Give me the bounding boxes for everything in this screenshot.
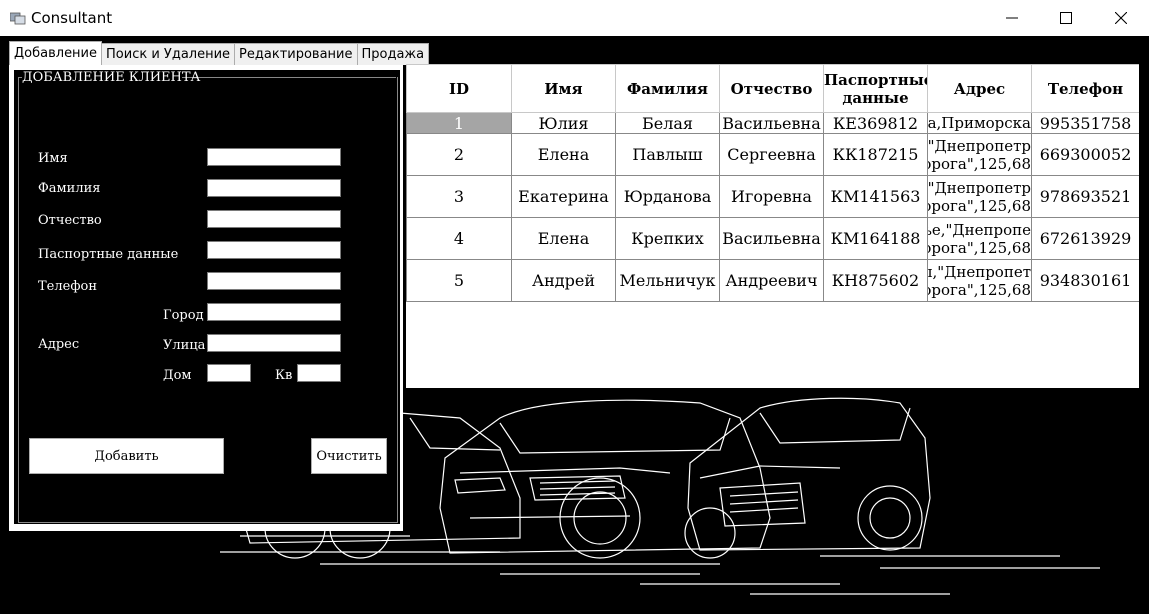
- cell-address[interactable]: а,"Днепропетророга",125,68: [927, 175, 1032, 218]
- address-line: орога",125,68: [928, 196, 1031, 215]
- cell-surname[interactable]: Мельничук: [615, 259, 720, 302]
- cell-name[interactable]: Андрей: [511, 259, 616, 302]
- apartment-label: Кв: [275, 368, 293, 383]
- groupbox-title: ДОБАВЛЕНИЕ КЛИЕНТА: [22, 70, 201, 85]
- cell-address[interactable]: сса,Приморска: [927, 112, 1032, 134]
- cell-phone[interactable]: 672613929: [1031, 217, 1139, 260]
- house-input[interactable]: [207, 364, 251, 382]
- cell-phone[interactable]: 995351758: [1031, 112, 1139, 134]
- last-name-label: Фамилия: [38, 181, 101, 196]
- cell-passport[interactable]: КЕ369812: [823, 112, 928, 134]
- passport-input[interactable]: [207, 241, 341, 259]
- city-input[interactable]: [207, 303, 341, 321]
- cell-phone[interactable]: 669300052: [1031, 133, 1139, 176]
- patronymic-input[interactable]: [207, 210, 341, 228]
- table-header-row: ID Имя Фамилия Отчество Паспортные данны…: [406, 64, 1139, 113]
- cell-surname[interactable]: Юрданова: [615, 175, 720, 218]
- tab-add[interactable]: Добавление: [9, 41, 103, 65]
- header-phone[interactable]: Телефон: [1031, 64, 1139, 113]
- clear-button[interactable]: Очистить: [311, 438, 387, 474]
- table-row[interactable]: 4 Елена Крепких Васильевна КМ164188 ье,"…: [406, 217, 1139, 260]
- address-line: ье,"Днепропе: [928, 220, 1031, 239]
- cell-surname[interactable]: Крепких: [615, 217, 720, 260]
- address-line: а,"Днепропетр: [928, 136, 1031, 155]
- city-label: Город: [163, 308, 204, 323]
- cell-passport[interactable]: КК187215: [823, 133, 928, 176]
- address-line: а,"Днепропетр: [928, 178, 1031, 197]
- address-line: орога",125,68: [928, 154, 1031, 173]
- address-line: сса,Приморска: [928, 114, 1031, 132]
- header-patronymic[interactable]: Отчество: [719, 64, 824, 113]
- address-label: Адрес: [38, 337, 80, 352]
- cell-surname[interactable]: Белая: [615, 112, 720, 134]
- header-passport[interactable]: Паспортные данные: [823, 64, 928, 113]
- header-id[interactable]: ID: [406, 64, 512, 113]
- close-button[interactable]: [1093, 0, 1149, 36]
- cell-name[interactable]: Елена: [511, 133, 616, 176]
- maximize-icon: [1060, 12, 1072, 24]
- cell-address[interactable]: ье,"Днепропе орога",125,68: [927, 217, 1032, 260]
- cell-name[interactable]: Юлия: [511, 112, 616, 134]
- house-label: Дом: [163, 368, 192, 383]
- first-name-input[interactable]: [207, 148, 341, 166]
- tab-sale[interactable]: Продажа: [356, 43, 430, 65]
- cell-address[interactable]: а,"Днепропетророга",125,68: [927, 133, 1032, 176]
- cell-name[interactable]: Елена: [511, 217, 616, 260]
- cell-patronymic[interactable]: Андреевич: [719, 259, 824, 302]
- cell-id[interactable]: 4: [406, 217, 512, 260]
- cell-id[interactable]: 2: [406, 133, 512, 176]
- cell-address[interactable]: цы,"Днепропеторога",125,68: [927, 259, 1032, 302]
- table-row[interactable]: 2 Елена Павлыш Сергеевна КК187215 а,"Дне…: [406, 133, 1139, 176]
- app-icon: [10, 12, 26, 25]
- tab-strip: Добавление Поиск и Удаление Редактирован…: [9, 41, 430, 65]
- address-line: орога",125,68: [928, 280, 1031, 299]
- cell-surname[interactable]: Павлыш: [615, 133, 720, 176]
- first-name-label: Имя: [38, 151, 68, 166]
- cell-id[interactable]: 1: [406, 112, 512, 134]
- cell-patronymic[interactable]: Игоревна: [719, 175, 824, 218]
- phone-label: Телефон: [38, 279, 97, 294]
- table-row[interactable]: 5 Андрей Мельничук Андреевич КН875602 цы…: [406, 259, 1139, 302]
- passport-label: Паспортные данные: [38, 247, 179, 262]
- title-bar: Consultant: [0, 0, 1149, 36]
- cell-id[interactable]: 3: [406, 175, 512, 218]
- header-name[interactable]: Имя: [511, 64, 616, 113]
- header-address[interactable]: Адрес: [927, 64, 1032, 113]
- apartment-input[interactable]: [297, 364, 341, 382]
- header-surname[interactable]: Фамилия: [615, 64, 720, 113]
- cell-name[interactable]: Екатерина: [511, 175, 616, 218]
- groupbox-border: [182, 77, 396, 78]
- tab-edit[interactable]: Редактирование: [234, 43, 358, 65]
- cell-phone[interactable]: 978693521: [1031, 175, 1139, 218]
- cell-passport[interactable]: КМ164188: [823, 217, 928, 260]
- cell-patronymic[interactable]: Васильевна: [719, 112, 824, 134]
- street-input[interactable]: [207, 334, 341, 352]
- minimize-icon: [1006, 17, 1018, 19]
- maximize-button[interactable]: [1038, 0, 1094, 36]
- cell-phone[interactable]: 934830161: [1031, 259, 1139, 302]
- cell-passport[interactable]: КМ141563: [823, 175, 928, 218]
- minimize-button[interactable]: [984, 0, 1040, 36]
- clients-table: ID Имя Фамилия Отчество Паспортные данны…: [406, 64, 1139, 302]
- add-button[interactable]: Добавить: [29, 438, 224, 474]
- clients-grid[interactable]: ID Имя Фамилия Отчество Паспортные данны…: [406, 64, 1139, 388]
- cell-id[interactable]: 5: [406, 259, 512, 302]
- table-row[interactable]: 3 Екатерина Юрданова Игоревна КМ141563 а…: [406, 175, 1139, 218]
- window-title: Consultant: [31, 9, 113, 27]
- phone-input[interactable]: [207, 272, 341, 290]
- cell-passport[interactable]: КН875602: [823, 259, 928, 302]
- table-row[interactable]: 1 Юлия Белая Васильевна КЕ369812 сса,При…: [406, 112, 1139, 134]
- address-line: орога",125,68: [928, 238, 1031, 257]
- patronymic-label: Отчество: [38, 213, 102, 228]
- tab-search-delete[interactable]: Поиск и Удаление: [101, 43, 236, 65]
- address-line: цы,"Днепропет: [929, 262, 1031, 281]
- cell-patronymic[interactable]: Васильевна: [719, 217, 824, 260]
- street-label: Улица: [163, 338, 206, 353]
- last-name-input[interactable]: [207, 179, 341, 197]
- cell-patronymic[interactable]: Сергеевна: [719, 133, 824, 176]
- close-icon: [1115, 12, 1127, 24]
